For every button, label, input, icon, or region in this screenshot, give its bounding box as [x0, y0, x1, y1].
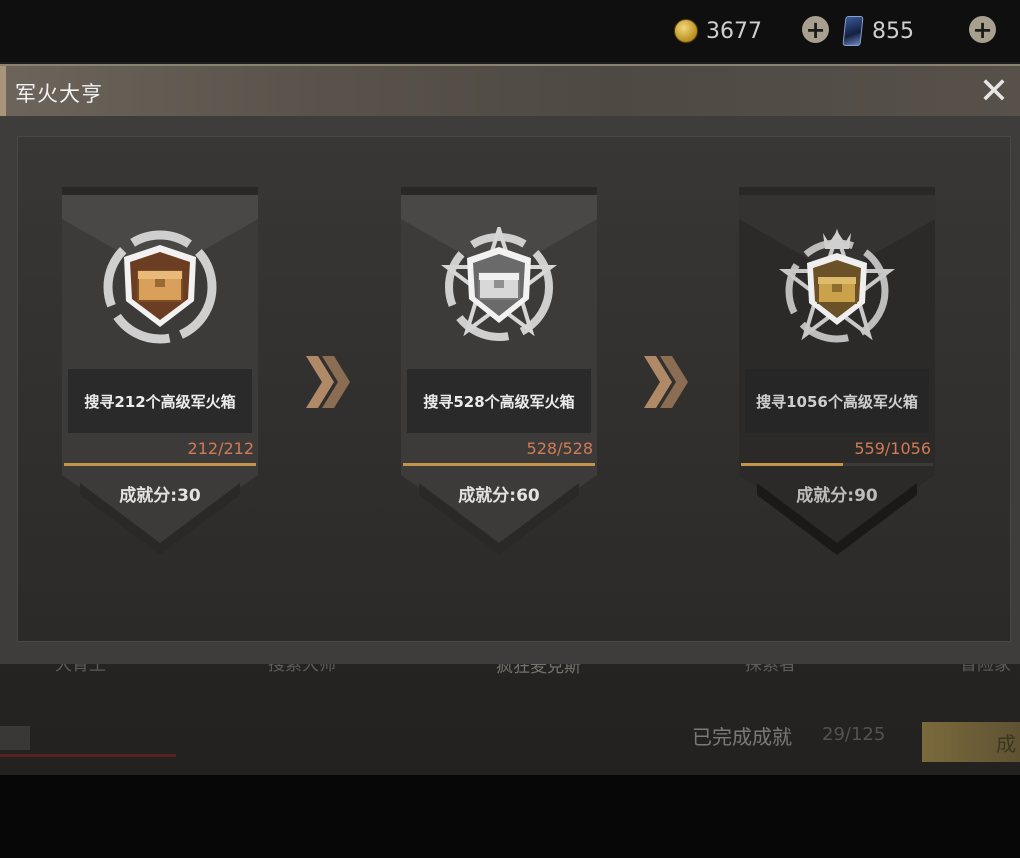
achievement-button[interactable]: 成	[922, 722, 1020, 762]
achievement-score: 成就分:60	[458, 486, 540, 506]
achievement-progress: 528/528	[526, 439, 593, 458]
bottom-strip	[0, 775, 1020, 858]
progress-fill	[403, 463, 595, 466]
add-coins-button[interactable]: +	[802, 16, 829, 43]
progress-bar	[64, 463, 256, 466]
card-counter: 855	[842, 14, 914, 48]
coin-amount: 3677	[706, 18, 762, 44]
completed-label: 已完成成就	[692, 725, 792, 749]
chevron-right-icon	[644, 356, 688, 408]
close-button[interactable]: ✕	[976, 74, 1012, 110]
achievement-score: 成就分:90	[796, 486, 878, 506]
achievement-desc: 搜寻1056个高级军火箱	[745, 369, 929, 433]
coin-counter: 3677	[674, 14, 762, 48]
achievement-score: 成就分:30	[119, 486, 201, 506]
add-cards-button[interactable]: +	[969, 16, 996, 43]
achievement-card[interactable]: 搜寻212个高级军火箱 212/212 成就分:30	[62, 187, 258, 562]
achievement-card[interactable]: 搜寻528个高级军火箱 528/528 成就分:60	[401, 187, 597, 562]
gold-medal-icon	[779, 228, 895, 343]
progress-fill	[741, 463, 843, 466]
card-icon	[842, 16, 864, 46]
achievement-progress: 559/1056	[854, 439, 931, 458]
left-tab[interactable]	[0, 726, 30, 750]
chevron-right-icon	[306, 356, 350, 408]
achievement-card[interactable]: 搜寻1056个高级军火箱 559/1056 成就分:90	[739, 187, 935, 562]
silver-medal-icon	[441, 227, 557, 341]
achievement-progress: 212/212	[187, 439, 254, 458]
achievement-desc: 搜寻212个高级军火箱	[68, 369, 252, 433]
progress-bar	[741, 463, 933, 466]
achievement-desc: 搜寻528个高级军火箱	[407, 369, 591, 433]
card-amount: 855	[872, 18, 914, 44]
progress-bar	[403, 463, 595, 466]
modal-header: 军火大亨 ✕	[0, 64, 1020, 118]
completed-count: 29/125	[822, 724, 886, 745]
left-progress-line	[0, 754, 176, 757]
currency-bar: 3677 + 855 +	[0, 0, 1020, 62]
coin-icon	[674, 19, 698, 43]
progress-fill	[64, 463, 256, 466]
modal-title: 军火大亨	[15, 82, 103, 106]
bronze-medal-icon	[103, 230, 217, 344]
